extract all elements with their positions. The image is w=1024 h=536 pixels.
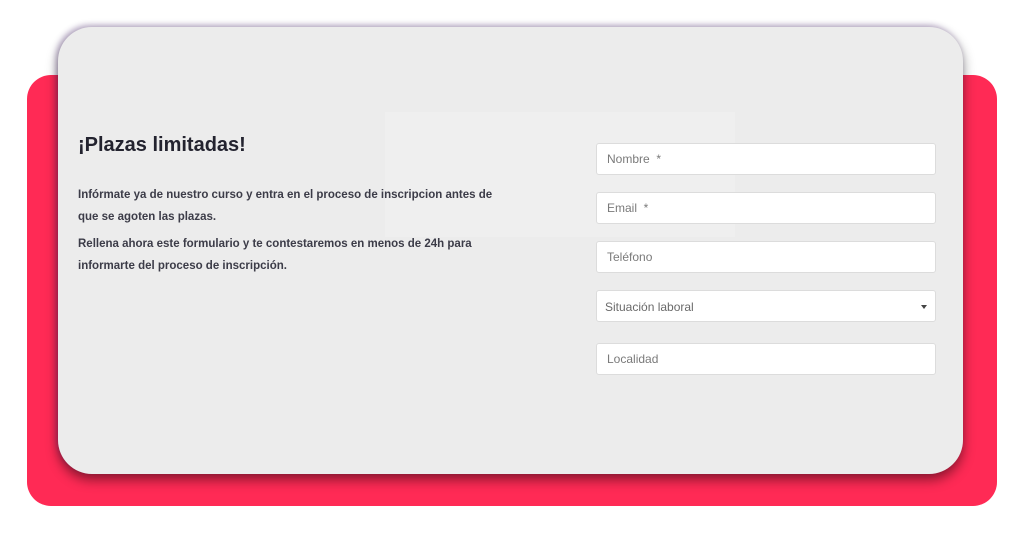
intro-paragraph: Infórmate ya de nuestro curso y entra en… [78, 189, 493, 223]
section-title: ¡Plazas limitadas! [78, 134, 246, 156]
telefono-input[interactable] [596, 241, 936, 273]
page-stage: ¡Plazas limitadas! Infórmate ya de nuest… [0, 0, 1024, 536]
response-time-paragraph: Rellena ahora este formulario y te conte… [78, 238, 472, 272]
caret-down-icon [921, 305, 927, 309]
form-card: ¡Plazas limitadas! Infórmate ya de nuest… [58, 27, 963, 474]
localidad-input[interactable] [596, 343, 936, 375]
situacion-laboral-label: Situación laboral [605, 300, 694, 314]
email-input[interactable] [596, 192, 936, 224]
nombre-input[interactable] [596, 143, 936, 175]
situacion-laboral-select[interactable]: Situación laboral [596, 290, 936, 322]
